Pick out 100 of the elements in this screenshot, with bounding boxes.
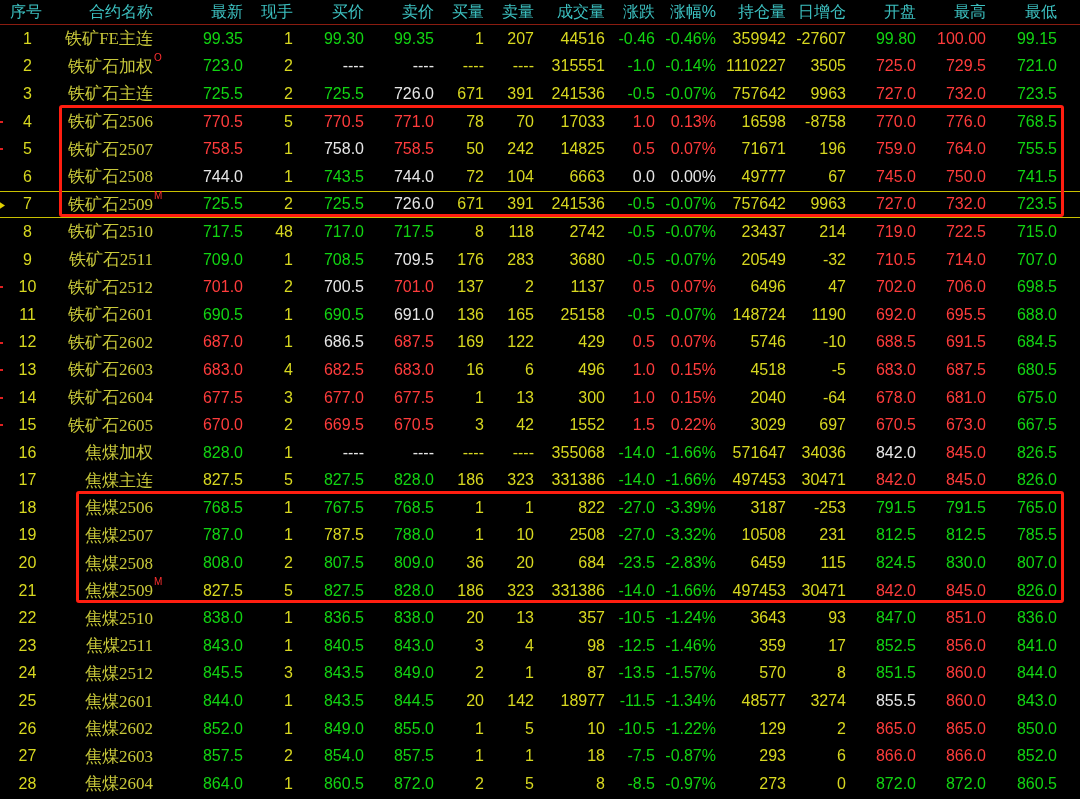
table-row[interactable]: 28 焦煤2604 864.0 1 860.5 872.0 2 5 8 -8.5 -0.97% 273 0 872.0 872.0 860.5 bbox=[0, 770, 1080, 798]
table-cell-text: 758.5 bbox=[392, 140, 435, 159]
table-row[interactable]: 26 焦煤2602 852.0 1 849.0 855.0 1 5 10 -10.5 -1.22% 129 2 865.0 865.0 850.0 bbox=[0, 714, 1080, 743]
contract-name: 铁矿石2604 bbox=[68, 388, 153, 407]
table-row[interactable]: 3 铁矿石主连 725.5 2 725.5 726.0 671 391 241536 -0.5 -0.07% 757642 9963 727.0 732.0 723.5 bbox=[0, 80, 1080, 108]
table-row[interactable]: 8 铁矿石2510 717.5 48 717.0 717.5 8 118 2742 -0.5 -0.07% 23437 214 719.0 722.5 715.0 bbox=[0, 218, 1080, 246]
table-cell-text: 717.5 bbox=[392, 222, 435, 241]
row-number: 15 bbox=[17, 416, 38, 435]
table-cell-text: 732.0 bbox=[944, 195, 987, 214]
table-cell-text: 838.0 bbox=[201, 609, 244, 628]
table-cell-text: 99.30 bbox=[322, 29, 365, 48]
table-row[interactable]: 12 铁矿石2602 687.0 1 686.5 687.5 169 122 429 0.5 0.07% 5746 -10 688.5 691.5 684.5 bbox=[0, 328, 1080, 357]
table-cell-text: 826.5 bbox=[1015, 443, 1057, 462]
table-cell-text: 99.15 bbox=[1015, 29, 1057, 48]
table-row[interactable]: 11 铁矿石2601 690.5 1 690.5 691.0 136 165 25158 -0.5 -0.07% 148724 1190 692.0 695.5 688.0 bbox=[0, 300, 1080, 329]
row-pointer-icon bbox=[0, 201, 5, 209]
row-number: 28 bbox=[17, 774, 38, 793]
row-number: 25 bbox=[17, 692, 38, 711]
table-cell-text: 99.80 bbox=[874, 29, 917, 48]
table-cell-text: -1.34% bbox=[664, 692, 717, 711]
table-cell-text: 824.5 bbox=[874, 554, 917, 573]
column-header: 买价 bbox=[331, 1, 365, 22]
table-cell-text: 4 bbox=[283, 360, 294, 379]
table-cell-text: 857.5 bbox=[201, 747, 244, 766]
table-cell-text: 283 bbox=[506, 250, 535, 269]
table-cell-text: 866.0 bbox=[944, 747, 987, 766]
table-cell-text: 725.5 bbox=[201, 85, 244, 103]
table-row[interactable]: 13 铁矿石2603 683.0 4 682.5 683.0 16 6 496 1.0 0.15% 4518 -5 683.0 687.5 680.5 bbox=[0, 356, 1080, 384]
table-cell-text: 770.0 bbox=[874, 112, 917, 131]
table-cell-text: 36 bbox=[465, 554, 485, 573]
table-row[interactable]: 18 焦煤2506 768.5 1 767.5 768.5 1 1 822 -27.0 -3.39% 3187 -253 791.5 791.5 765.0 bbox=[0, 494, 1080, 522]
table-cell-text: 849.0 bbox=[392, 664, 435, 683]
table-row[interactable]: 14 铁矿石2604 677.5 3 677.0 677.5 1 13 300 1.0 0.15% 2040 -64 678.0 681.0 675.0 bbox=[0, 383, 1080, 412]
contract-name: 焦煤2604 bbox=[85, 774, 153, 794]
table-cell-text: 1 bbox=[283, 443, 294, 462]
table-row[interactable]: 4 铁矿石2506 770.5 5 770.5 771.0 78 70 17033 1.0 0.13% 16598 -8758 770.0 776.0 768.5 bbox=[0, 107, 1080, 136]
column-header: 卖量 bbox=[501, 1, 535, 22]
row-number: 6 bbox=[22, 167, 33, 186]
table-cell-text: 5 bbox=[283, 581, 294, 600]
contract-name: 焦煤2508 bbox=[85, 553, 153, 573]
table-row[interactable]: 16 焦煤加权 828.0 1 ---- ---- ---- ---- 355068 -14.0 -1.66% 571647 34036 842.0 845.0 826.5 bbox=[0, 438, 1080, 467]
row-number: 22 bbox=[17, 609, 38, 628]
column-header: 持仓量 bbox=[737, 1, 787, 22]
table-row[interactable]: 22 焦煤2510 838.0 1 836.5 838.0 20 13 357 -10.5 -1.24% 3643 93 847.0 851.0 836.0 bbox=[0, 604, 1080, 633]
table-cell-text: 355068 bbox=[550, 443, 606, 462]
row-number: 3 bbox=[22, 85, 33, 103]
table-row[interactable]: 19 焦煤2507 787.0 1 787.5 788.0 1 10 2508 -27.0 -3.32% 10508 231 812.5 812.5 785.5 bbox=[0, 521, 1080, 550]
table-row[interactable]: 17 焦煤主连 827.5 5 827.5 828.0 186 323 331386 -14.0 -1.66% 497453 30471 842.0 845.0 826.0 bbox=[0, 466, 1080, 495]
table-cell-text: 0.00% bbox=[669, 167, 717, 186]
table-cell-text: 826.0 bbox=[1015, 471, 1057, 490]
table-cell-text: 828.0 bbox=[201, 443, 244, 462]
table-cell-text: 1 bbox=[474, 526, 485, 545]
contract-name: 焦煤2509 bbox=[85, 581, 153, 601]
table-row[interactable]: 6 铁矿石2508 744.0 1 743.5 744.0 72 104 6663 0.0 0.00% 49777 67 745.0 750.0 741.5 bbox=[0, 162, 1080, 191]
table-row[interactable]: 25 焦煤2601 844.0 1 843.5 844.5 20 142 18977 -11.5 -1.34% 48577 3274 855.5 860.0 843.0 bbox=[0, 687, 1080, 715]
table-cell-text: 3274 bbox=[809, 692, 847, 711]
table-cell-text: -1.66% bbox=[664, 443, 717, 462]
table-cell-text: -14.0 bbox=[617, 471, 656, 490]
table-cell-text: 357 bbox=[577, 609, 606, 628]
table-row[interactable]: 20 焦煤2508 808.0 2 807.5 809.0 36 20 684 -23.5 -2.83% 6459 115 824.5 830.0 807.0 bbox=[0, 549, 1080, 577]
table-cell-text: 1110227 bbox=[725, 57, 787, 76]
table-cell-text: 1 bbox=[524, 747, 535, 766]
table-row[interactable]: 9 铁矿石2511 709.0 1 708.5 709.5 176 283 3680 -0.5 -0.07% 20549 -32 710.5 714.0 707.0 bbox=[0, 245, 1080, 274]
table-row[interactable]: 10 铁矿石2512 701.0 2 700.5 701.0 137 2 1137 0.5 0.07% 6496 47 702.0 706.0 698.5 bbox=[0, 273, 1080, 301]
table-row[interactable]: 5 铁矿石2507 758.5 1 758.0 758.5 50 242 14825 0.5 0.07% 71671 196 759.0 764.0 755.5 bbox=[0, 135, 1080, 163]
table-cell-text: 677.5 bbox=[201, 388, 244, 407]
table-cell-text: -10.5 bbox=[617, 719, 656, 738]
table-cell-text: 2 bbox=[524, 278, 535, 297]
table-cell-text: 48577 bbox=[740, 692, 787, 711]
table-cell-text: 830.0 bbox=[944, 554, 987, 573]
table-cell-text: 842.0 bbox=[874, 443, 917, 462]
table-cell-text: 714.0 bbox=[944, 250, 987, 269]
table-row[interactable]: 27 焦煤2603 857.5 2 854.0 857.5 1 1 18 -7.5 -0.87% 293 6 866.0 866.0 852.0 bbox=[0, 742, 1080, 771]
table-cell-text: 1552 bbox=[568, 416, 606, 435]
column-header: 现手 bbox=[260, 1, 294, 22]
table-row[interactable]: 1 铁矿FE主连 99.35 1 99.30 99.35 1 207 44516 -0.46 -0.46% 359942 -27607 99.80 100.00 99.15 bbox=[0, 25, 1080, 53]
table-cell-text: 843.0 bbox=[392, 636, 435, 655]
table-cell-text: -0.5 bbox=[626, 250, 656, 269]
table-cell-text: 5 bbox=[524, 719, 535, 738]
table-cell-text: 1 bbox=[474, 719, 485, 738]
table-cell-text: 1 bbox=[283, 609, 294, 628]
row-number: 11 bbox=[18, 305, 37, 324]
table-row[interactable]: 23 焦煤2511 843.0 1 840.5 843.0 3 4 98 -12.5 -1.46% 359 17 852.5 856.0 841.0 bbox=[0, 632, 1080, 660]
table-cell-text: 16598 bbox=[740, 112, 787, 131]
column-header: 成交量 bbox=[556, 1, 606, 22]
table-cell-text: 725.5 bbox=[201, 195, 244, 214]
table-row[interactable]: 24 焦煤2512 845.5 3 843.5 849.0 2 1 87 -13.5 -1.57% 570 8 851.5 860.0 844.0 bbox=[0, 659, 1080, 688]
table-cell-text: 702.0 bbox=[874, 278, 917, 297]
table-cell-text: 776.0 bbox=[944, 112, 987, 131]
table-cell-text: 3680 bbox=[568, 250, 606, 269]
table-cell-text: 300 bbox=[577, 388, 606, 407]
table-cell-text: 1 bbox=[474, 388, 485, 407]
table-cell-text: 293 bbox=[758, 747, 787, 766]
table-cell-text: 2 bbox=[474, 664, 485, 683]
table-cell-text: 727.0 bbox=[874, 195, 917, 214]
table-cell-text: 692.0 bbox=[874, 305, 917, 324]
table-cell-text: 1 bbox=[283, 250, 294, 269]
table-row[interactable]: 15 铁矿石2605 670.0 2 669.5 670.5 3 42 1552 1.5 0.22% 3029 697 670.5 673.0 667.5 bbox=[0, 411, 1080, 439]
row-number: 26 bbox=[17, 719, 38, 738]
table-cell-text: ---- bbox=[411, 57, 435, 76]
